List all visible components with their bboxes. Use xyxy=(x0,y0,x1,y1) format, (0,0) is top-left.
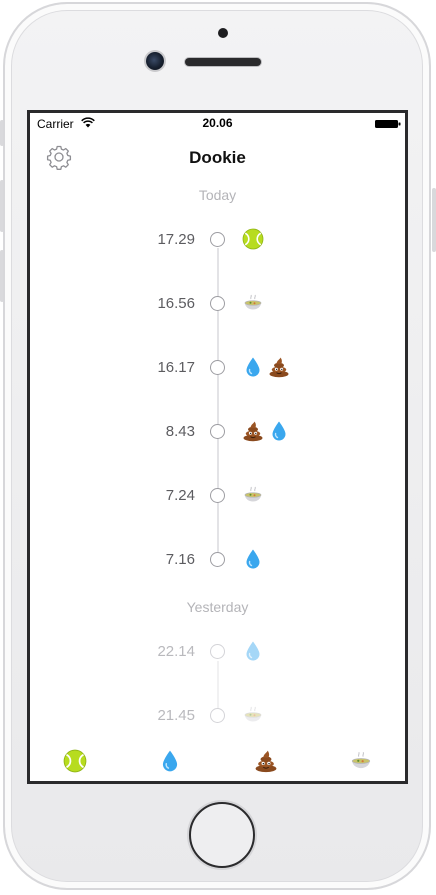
timeline-dot xyxy=(210,360,225,375)
timeline-entry[interactable]: 21.45 xyxy=(30,701,405,731)
timeline-dot xyxy=(210,488,225,503)
entry-icons xyxy=(242,292,264,316)
device-frame: Carrier 20.06 Dookie Today 17.29 16.56 1… xyxy=(0,0,436,895)
entry-icons xyxy=(242,484,264,508)
soup-bowl-icon xyxy=(244,706,262,722)
timeline-entry[interactable]: 22.14 xyxy=(30,637,405,667)
timeline-dot xyxy=(210,232,225,247)
timeline-dot xyxy=(210,644,225,659)
app-screen: Carrier 20.06 Dookie Today 17.29 16.56 1… xyxy=(27,110,408,784)
timeline-dot xyxy=(210,424,225,439)
entry-icons xyxy=(242,356,290,380)
entry-icons xyxy=(242,228,264,252)
tennis-ball-icon xyxy=(63,749,87,773)
entry-icons xyxy=(242,704,264,728)
tennis-ball-icon[interactable] xyxy=(63,749,87,773)
navigation-bar: Dookie xyxy=(30,133,405,179)
entry-time: 17.29 xyxy=(157,231,195,248)
soup-bowl-icon[interactable] xyxy=(349,749,373,773)
poop-icon xyxy=(269,357,289,378)
water-drop-icon[interactable] xyxy=(158,749,182,773)
section-header-today: Today xyxy=(198,187,237,203)
power-button xyxy=(432,188,436,252)
entry-time: 22.14 xyxy=(157,643,195,660)
water-drop-icon xyxy=(246,641,260,661)
timeline-entry[interactable]: 16.56 xyxy=(30,289,405,319)
home-button[interactable] xyxy=(189,802,255,868)
soup-bowl-icon xyxy=(244,486,262,502)
entry-time: 7.16 xyxy=(165,551,195,568)
entry-time: 7.24 xyxy=(165,487,195,504)
poop-icon xyxy=(243,421,263,442)
timeline-entry[interactable]: 16.17 xyxy=(30,353,405,383)
soup-bowl-icon xyxy=(351,752,371,769)
timeline-entry[interactable]: 7.16 xyxy=(30,545,405,575)
entry-time: 16.56 xyxy=(157,295,195,312)
timeline-entry[interactable]: 7.24 xyxy=(30,481,405,511)
entry-icons xyxy=(242,548,264,572)
status-bar: Carrier 20.06 xyxy=(30,113,405,133)
timeline-dot xyxy=(210,708,225,723)
entry-time: 21.45 xyxy=(157,707,195,724)
water-drop-icon xyxy=(162,750,178,772)
timeline-dot xyxy=(210,552,225,567)
status-time: 20.06 xyxy=(202,116,233,130)
front-camera-icon xyxy=(146,52,164,70)
tab-bar xyxy=(30,741,405,781)
water-drop-icon xyxy=(272,421,286,441)
poop-icon xyxy=(255,750,277,773)
earpiece-speaker xyxy=(185,58,261,66)
timeline-entry[interactable]: 17.29 xyxy=(30,225,405,255)
entry-time: 8.43 xyxy=(165,423,195,440)
water-drop-icon xyxy=(246,549,260,569)
entry-icons xyxy=(242,420,290,444)
entry-time: 16.17 xyxy=(157,359,195,376)
timeline-entry[interactable]: 8.43 xyxy=(30,417,405,447)
page-title: Dookie xyxy=(189,148,246,167)
water-drop-icon xyxy=(246,357,260,377)
section-header-yesterday: Yesterday xyxy=(186,599,249,615)
proximity-sensor xyxy=(218,28,228,38)
soup-bowl-icon xyxy=(244,294,262,310)
entry-icons xyxy=(242,640,264,664)
poop-icon[interactable] xyxy=(254,749,278,773)
timeline-dot xyxy=(210,296,225,311)
tennis-ball-icon xyxy=(242,228,264,250)
battery-full-icon xyxy=(375,120,401,128)
